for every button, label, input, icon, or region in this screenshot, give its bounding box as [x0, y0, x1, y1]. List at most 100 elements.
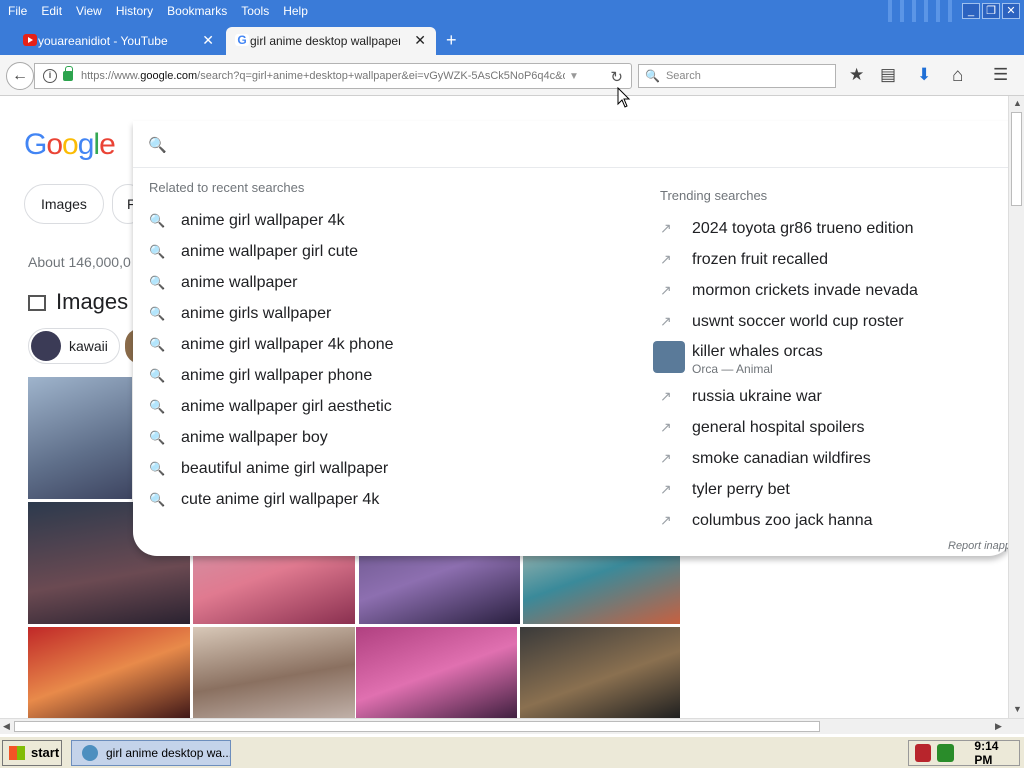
window-controls: _ ❐ ✕ — [962, 3, 1020, 19]
dropdown-arrow-icon[interactable]: ▼ — [569, 71, 579, 82]
url-bar[interactable]: i https://www.google.com/search?q=girl+a… — [34, 63, 632, 89]
search-icon: 🔍 — [149, 492, 166, 507]
close-tab-icon[interactable]: ✕ — [202, 32, 214, 49]
suggestion-item[interactable]: 🔍 anime wallpaper boy — [149, 422, 328, 453]
images-heading: Images — [28, 289, 128, 315]
menu-help[interactable]: Help — [283, 4, 308, 18]
result-stats: About 146,000,0 — [28, 254, 131, 270]
scrollbar-thumb[interactable] — [14, 721, 820, 732]
suggestion-item[interactable]: 🔍 cute anime girl wallpaper 4k — [149, 484, 379, 515]
trending-item[interactable]: ↗ columbus zoo jack hanna — [660, 505, 873, 536]
close-tab-icon[interactable]: ✕ — [414, 32, 426, 49]
new-tab-button[interactable]: + — [446, 30, 457, 51]
scroll-right-icon[interactable]: ▶ — [995, 721, 1002, 732]
image-thumbnail[interactable] — [28, 627, 190, 718]
menu-view[interactable]: View — [76, 4, 102, 18]
lock-icon — [63, 66, 73, 81]
restore-button[interactable]: ❐ — [982, 3, 1000, 19]
reload-icon[interactable]: ↻ — [610, 68, 623, 86]
divider — [133, 167, 1008, 168]
clock: 9:14 PM — [974, 739, 999, 767]
mouse-cursor-icon — [617, 87, 631, 108]
scrollbar-thumb[interactable] — [1011, 112, 1022, 206]
google-g-icon: G — [235, 34, 249, 46]
download-icon[interactable]: ⬇ — [917, 65, 931, 85]
tab-bar: youareanidiot - YouTube ✕ G girl anime d… — [0, 22, 1024, 55]
scroll-down-icon[interactable]: ▼ — [1013, 704, 1022, 714]
network-icon[interactable] — [936, 744, 955, 762]
image-thumbnail[interactable] — [356, 627, 517, 718]
suggestion-item[interactable]: 🔍 anime girl wallpaper 4k — [149, 205, 345, 236]
antivirus-icon[interactable] — [915, 744, 931, 762]
navigation-bar: ← i https://www.google.com/search?q=girl… — [0, 55, 1024, 96]
menu-bookmarks[interactable]: Bookmarks — [167, 4, 227, 18]
report-link[interactable]: Report inapp — [948, 540, 1008, 552]
menu-file[interactable]: File — [8, 4, 27, 18]
browser-window: File Edit View History Bookmarks Tools H… — [0, 0, 1024, 768]
reading-list-icon[interactable]: ▤ — [880, 65, 896, 85]
taskbar: start girl anime desktop wa... 9:14 PM — [0, 736, 1024, 768]
tab-title: youareanidiot - YouTube — [38, 34, 168, 48]
google-logo[interactable]: Google — [24, 128, 116, 162]
chip-kawaii[interactable]: kawaii — [28, 328, 120, 364]
trending-item[interactable]: ↗ mormon crickets invade nevada — [660, 275, 918, 306]
trending-item[interactable]: ↗ 2024 toyota gr86 trueno edition — [660, 213, 914, 244]
suggestion-item[interactable]: 🔍 anime girl wallpaper 4k phone — [149, 329, 394, 360]
trending-item[interactable]: ↗ frozen fruit recalled — [660, 244, 828, 275]
search-icon: 🔍 — [149, 275, 166, 290]
suggestion-item[interactable]: 🔍 anime wallpaper girl aesthetic — [149, 391, 392, 422]
tab-youtube[interactable]: youareanidiot - YouTube ✕ — [14, 27, 224, 55]
trending-item[interactable]: ↗ russia ukraine war — [660, 381, 822, 412]
windows-flag-icon — [9, 746, 25, 760]
trending-arrow-icon: ↗ — [660, 512, 672, 528]
vertical-scrollbar[interactable]: ▲ ▼ — [1008, 96, 1024, 718]
suggestion-item[interactable]: 🔍 beautiful anime girl wallpaper — [149, 453, 388, 484]
back-button[interactable]: ← — [6, 62, 34, 90]
search-icon: 🔍 — [148, 137, 167, 154]
scroll-left-icon[interactable]: ◀ — [3, 721, 10, 732]
search-icon: 🔍 — [149, 244, 166, 259]
youtube-icon — [23, 34, 37, 46]
url-text[interactable]: https://www.google.com/search?q=girl+ani… — [81, 70, 565, 82]
menu-history[interactable]: History — [116, 4, 153, 18]
menu-icon[interactable]: ☰ — [993, 65, 1008, 85]
taskbar-item-browser[interactable]: girl anime desktop wa... — [71, 740, 231, 766]
trending-arrow-icon: ↗ — [660, 282, 672, 298]
avatar — [31, 331, 61, 361]
close-window-button[interactable]: ✕ — [1002, 3, 1020, 19]
trending-arrow-icon: ↗ — [660, 313, 672, 329]
search-box[interactable]: 🔍 Search — [638, 64, 836, 88]
search-icon: 🔍 — [149, 337, 166, 352]
scroll-up-icon[interactable]: ▲ — [1013, 98, 1022, 108]
browser-icon — [82, 745, 98, 761]
trending-item[interactable]: ↗ smoke canadian wildfires — [660, 443, 871, 474]
orca-thumbnail[interactable] — [653, 341, 685, 373]
minimize-button[interactable]: _ — [962, 3, 980, 19]
trending-item-orca[interactable]: killer whales orcas — [692, 343, 823, 361]
bookmark-star-icon[interactable]: ★ — [849, 65, 864, 85]
web-page: Google Images F About 146,000,0 Images k… — [0, 96, 1008, 718]
tab-google[interactable]: G girl anime desktop wallpaper - G ✕ — [226, 27, 436, 55]
image-thumbnail[interactable] — [520, 627, 680, 718]
tab-title: girl anime desktop wallpaper - G — [250, 34, 400, 48]
trending-item[interactable]: ↗ uswnt soccer world cup roster — [660, 306, 904, 337]
image-thumbnail[interactable] — [28, 377, 132, 499]
search-suggestions-dropdown: 🔍 Related to recent searches Trending se… — [133, 121, 1008, 556]
suggestion-item[interactable]: 🔍 anime wallpaper — [149, 267, 298, 298]
start-button[interactable]: start — [2, 740, 62, 766]
image-thumbnail[interactable] — [193, 627, 355, 718]
suggestion-item[interactable]: 🔍 anime wallpaper girl cute — [149, 236, 358, 267]
menu-bar: File Edit View History Bookmarks Tools H… — [0, 0, 1024, 22]
info-icon[interactable]: i — [43, 69, 57, 83]
trending-item[interactable]: ↗ tyler perry bet — [660, 474, 790, 505]
trending-item[interactable]: ↗ general hospital spoilers — [660, 412, 865, 443]
menu-tools[interactable]: Tools — [241, 4, 269, 18]
suggestion-item[interactable]: 🔍 anime girl wallpaper phone — [149, 360, 372, 391]
horizontal-scrollbar[interactable]: ◀ ▶ — [0, 718, 1024, 734]
menu-edit[interactable]: Edit — [41, 4, 62, 18]
home-icon[interactable]: ⌂ — [952, 65, 963, 87]
related-heading: Related to recent searches — [149, 180, 305, 195]
suggestion-item[interactable]: 🔍 anime girls wallpaper — [149, 298, 331, 329]
search-icon: 🔍 — [149, 399, 166, 414]
chip-images[interactable]: Images — [24, 184, 104, 224]
